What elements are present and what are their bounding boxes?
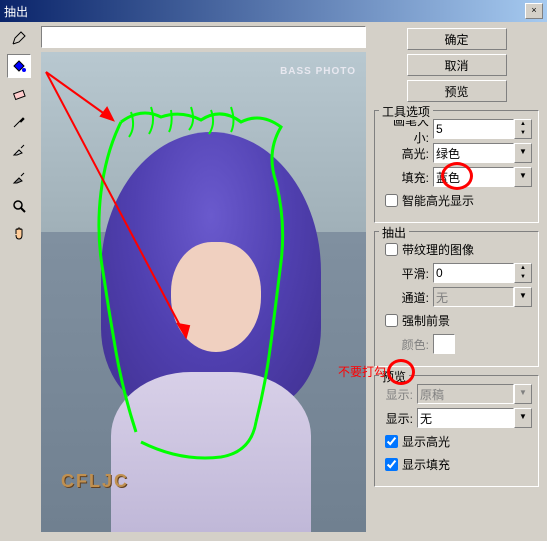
ok-button[interactable]: 确定 (407, 28, 507, 50)
highlight-select[interactable] (433, 143, 514, 163)
show2-label: 显示: (381, 410, 417, 427)
textured-checkbox[interactable] (385, 243, 398, 256)
zoom-tool-icon[interactable] (7, 194, 31, 218)
channel-label: 通道: (381, 289, 433, 306)
brush-size-input[interactable] (433, 119, 514, 139)
smart-highlight-checkbox[interactable] (385, 194, 398, 207)
extract-title: 抽出 (379, 224, 409, 241)
chevron-down-icon[interactable]: ▼ (514, 143, 532, 163)
window-title: 抽出 (4, 3, 28, 20)
show1-select (417, 384, 514, 404)
close-icon[interactable]: × (525, 3, 543, 19)
preview-section: 预览 显示: ▼ 显示: ▼ 显示高光 显示填充 (374, 375, 539, 487)
preset-dropdown[interactable] (41, 26, 366, 48)
smooth-spinner[interactable]: ▲▼ (514, 263, 532, 283)
eraser-tool-icon[interactable] (7, 82, 31, 106)
toolbar (0, 22, 37, 541)
show1-label: 显示: (381, 386, 417, 403)
extract-section: 抽出 带纹理的图像 平滑: ▲▼ 通道: ▼ 强制前景 (374, 231, 539, 367)
show-fill-label: 显示填充 (402, 456, 450, 473)
hand-tool-icon[interactable] (7, 222, 31, 246)
force-fg-checkbox[interactable] (385, 314, 398, 327)
tool-options-title: 工具选项 (379, 103, 433, 120)
channel-select (433, 287, 514, 307)
preview-button[interactable]: 预览 (407, 80, 507, 102)
fill-label: 填充: (381, 169, 433, 186)
brush-size-spinner[interactable]: ▲▼ (514, 119, 532, 139)
cleanup-tool-icon[interactable] (7, 138, 31, 162)
fill-select[interactable] (433, 167, 514, 187)
color-label: 颜色: (381, 336, 433, 353)
chevron-down-icon[interactable]: ▼ (514, 408, 532, 428)
highlight-label: 高光: (381, 145, 433, 162)
annotation-note: 不要打勾 (338, 363, 386, 380)
chevron-down-icon[interactable]: ▼ (514, 384, 532, 404)
smart-highlight-label: 智能高光显示 (402, 192, 474, 209)
chevron-down-icon[interactable]: ▼ (514, 287, 532, 307)
smooth-label: 平滑: (381, 265, 433, 282)
preview-canvas[interactable]: BASS PHOTO CFLJC (41, 52, 366, 532)
smooth-input[interactable] (433, 263, 514, 283)
show2-select[interactable] (417, 408, 514, 428)
show-highlight-checkbox[interactable] (385, 435, 398, 448)
chevron-down-icon[interactable]: ▼ (514, 167, 532, 187)
tool-options-section: 工具选项 画笔大小: ▲▼ 高光: ▼ 填充: ▼ (374, 110, 539, 223)
bucket-tool-icon[interactable] (7, 54, 31, 78)
edge-tool-icon[interactable] (7, 166, 31, 190)
show-highlight-label: 显示高光 (402, 433, 450, 450)
force-fg-label: 强制前景 (402, 312, 450, 329)
show-fill-checkbox[interactable] (385, 458, 398, 471)
color-swatch (433, 334, 455, 354)
textured-label: 带纹理的图像 (402, 241, 474, 258)
dropper-tool-icon[interactable] (7, 110, 31, 134)
pencil-tool-icon[interactable] (7, 26, 31, 50)
cancel-button[interactable]: 取消 (407, 54, 507, 76)
